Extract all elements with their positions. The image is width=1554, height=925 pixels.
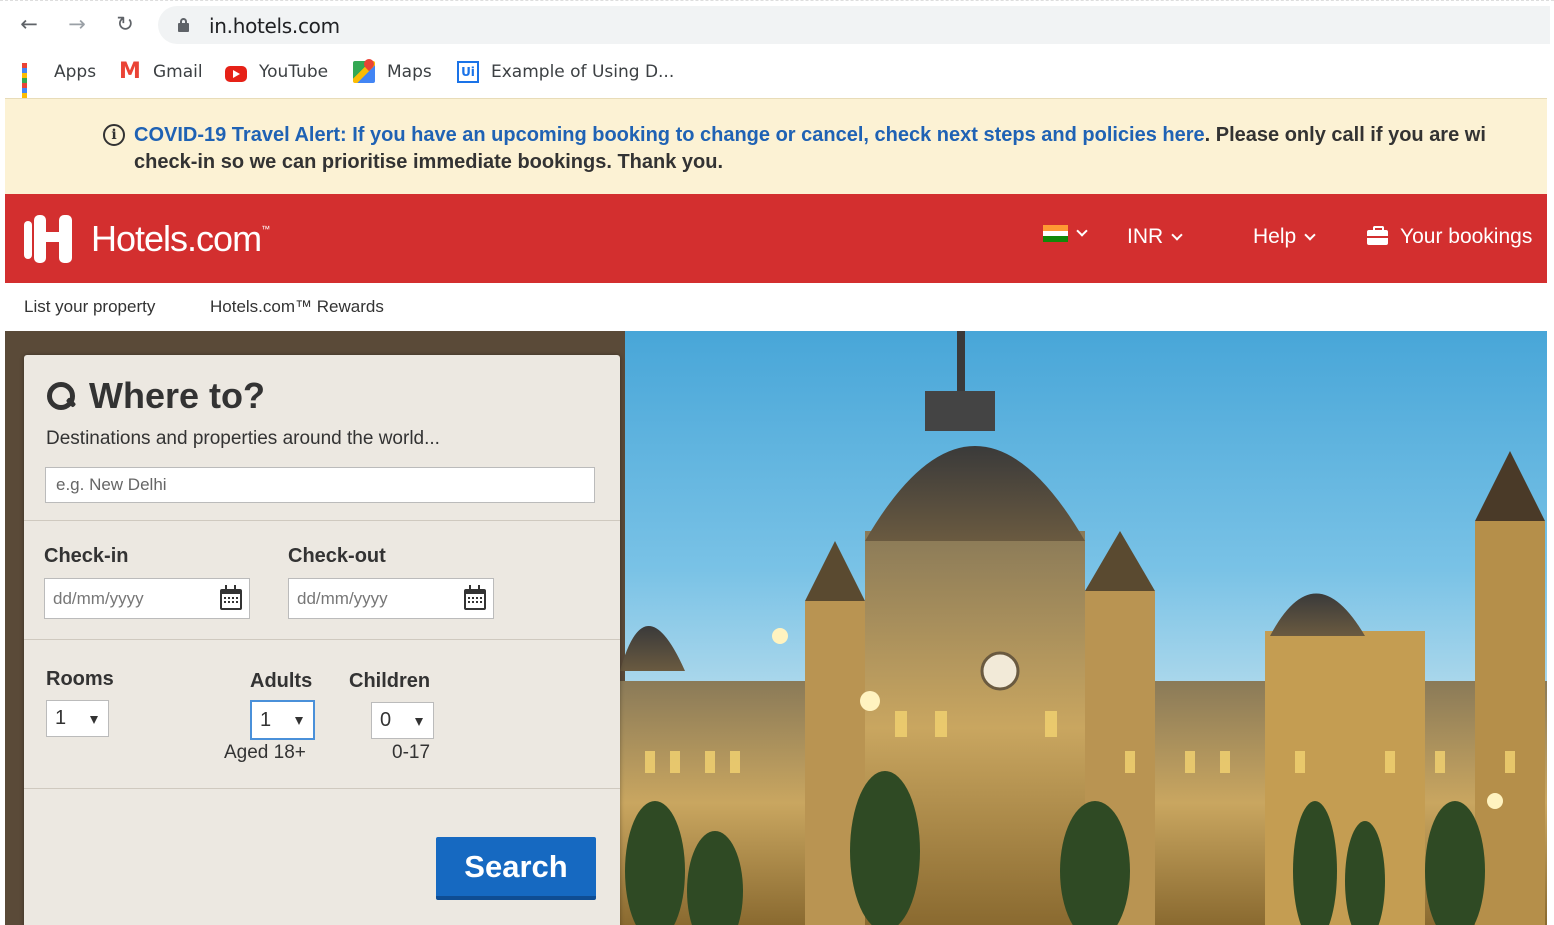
destination-input[interactable]	[45, 467, 595, 503]
checkout-input[interactable]	[289, 579, 459, 618]
search-icon	[45, 380, 77, 412]
bookmark-youtube[interactable]: YouTube	[225, 59, 328, 85]
reload-icon[interactable]: ↻	[112, 11, 138, 37]
bookmark-apps[interactable]: Apps	[20, 59, 97, 108]
search-title: Where to?	[45, 375, 265, 417]
calendar-icon[interactable]	[220, 585, 242, 610]
web-page: i COVID-19 Travel Alert: If you have an …	[5, 98, 1547, 925]
checkout-label: Check-out	[288, 545, 386, 567]
chevron-down-icon	[1076, 225, 1088, 237]
destination-subtitle: Destinations and properties around the w…	[46, 428, 440, 449]
gmail-icon: M	[119, 59, 141, 84]
divider	[24, 520, 620, 521]
youtube-icon	[225, 65, 247, 82]
lock-icon	[178, 18, 189, 32]
site-header: Hotels.com™ INR Help Your bookings	[5, 194, 1547, 283]
checkout-field[interactable]	[288, 578, 494, 619]
sub-navigation: List your property Hotels.com™ Rewards	[5, 283, 1547, 331]
checkin-field[interactable]	[44, 578, 250, 619]
brand-name[interactable]: Hotels.com™	[91, 218, 270, 260]
uipath-icon: Ui	[457, 61, 479, 83]
calendar-icon[interactable]	[464, 585, 486, 610]
hotels-logo-icon[interactable]	[24, 213, 72, 263]
adults-select[interactable]: 1	[250, 700, 315, 740]
back-arrow-icon[interactable]: ←	[16, 11, 42, 37]
info-icon: i	[103, 124, 125, 146]
covid-alert-link[interactable]: COVID-19 Travel Alert: If you have an up…	[134, 124, 1205, 146]
checkin-input[interactable]	[45, 579, 215, 618]
divider	[24, 788, 620, 789]
rooms-label: Rooms	[46, 668, 114, 690]
forward-arrow-icon[interactable]: →	[64, 11, 90, 37]
adults-age-hint: Aged 18+	[224, 742, 306, 763]
bookmark-gmail[interactable]: M Gmail	[119, 59, 203, 85]
checkin-label: Check-in	[44, 545, 129, 567]
help-menu[interactable]: Help	[1253, 225, 1316, 249]
covid-alert-banner: i COVID-19 Travel Alert: If you have an …	[5, 98, 1547, 194]
list-your-property-link[interactable]: List your property	[24, 297, 155, 317]
apps-icon	[20, 61, 42, 108]
language-selector[interactable]	[1043, 225, 1088, 242]
bookmark-label: YouTube	[259, 62, 329, 82]
bookmark-label: Example of Using D...	[491, 62, 675, 82]
children-label: Children	[349, 670, 431, 692]
covid-alert-text-line2: check-in so we can prioritise immediate …	[134, 151, 724, 173]
address-bar[interactable]: in.hotels.com	[158, 6, 1550, 44]
chevron-down-icon	[1171, 228, 1183, 241]
divider	[24, 639, 620, 640]
maps-icon	[353, 61, 375, 83]
bookings-label: Your bookings	[1400, 225, 1533, 248]
hero-image: Where to? Destinations and properties ar…	[5, 331, 1547, 925]
children-age-hint: 0-17	[392, 742, 431, 763]
dropdown-arrow-icon	[415, 718, 423, 726]
dropdown-arrow-icon	[90, 716, 98, 724]
help-label: Help	[1253, 225, 1297, 248]
briefcase-icon	[1367, 225, 1388, 245]
url-text[interactable]: in.hotels.com	[209, 14, 340, 38]
adults-label: Adults	[250, 670, 313, 692]
children-select[interactable]: 0	[371, 702, 434, 739]
chevron-down-icon	[1304, 228, 1316, 241]
browser-toolbar: ← → ↻ in.hotels.com	[0, 0, 1554, 48]
your-bookings-link[interactable]: Your bookings	[1367, 225, 1532, 249]
covid-alert-text-rest: . Please only call if you are wi	[1204, 124, 1486, 146]
search-panel: Where to? Destinations and properties ar…	[24, 355, 620, 925]
bookmark-label: Gmail	[153, 62, 203, 82]
search-button[interactable]: Search	[436, 837, 596, 900]
india-flag-icon	[1043, 225, 1068, 242]
bookmark-label: Apps	[54, 62, 97, 82]
covid-alert-text: COVID-19 Travel Alert: If you have an up…	[134, 122, 1547, 176]
currency-selector[interactable]: INR	[1127, 225, 1183, 249]
rewards-link[interactable]: Hotels.com™ Rewards	[210, 297, 384, 317]
bookmark-maps[interactable]: Maps	[353, 59, 432, 85]
bookmark-example[interactable]: Ui Example of Using D...	[457, 59, 674, 85]
dropdown-arrow-icon	[295, 717, 303, 725]
rooms-select[interactable]: 1	[46, 700, 109, 737]
currency-label: INR	[1127, 225, 1164, 248]
bookmark-label: Maps	[387, 62, 432, 82]
bookmarks-bar: Apps M Gmail YouTube Maps Ui Example of …	[0, 50, 1554, 108]
